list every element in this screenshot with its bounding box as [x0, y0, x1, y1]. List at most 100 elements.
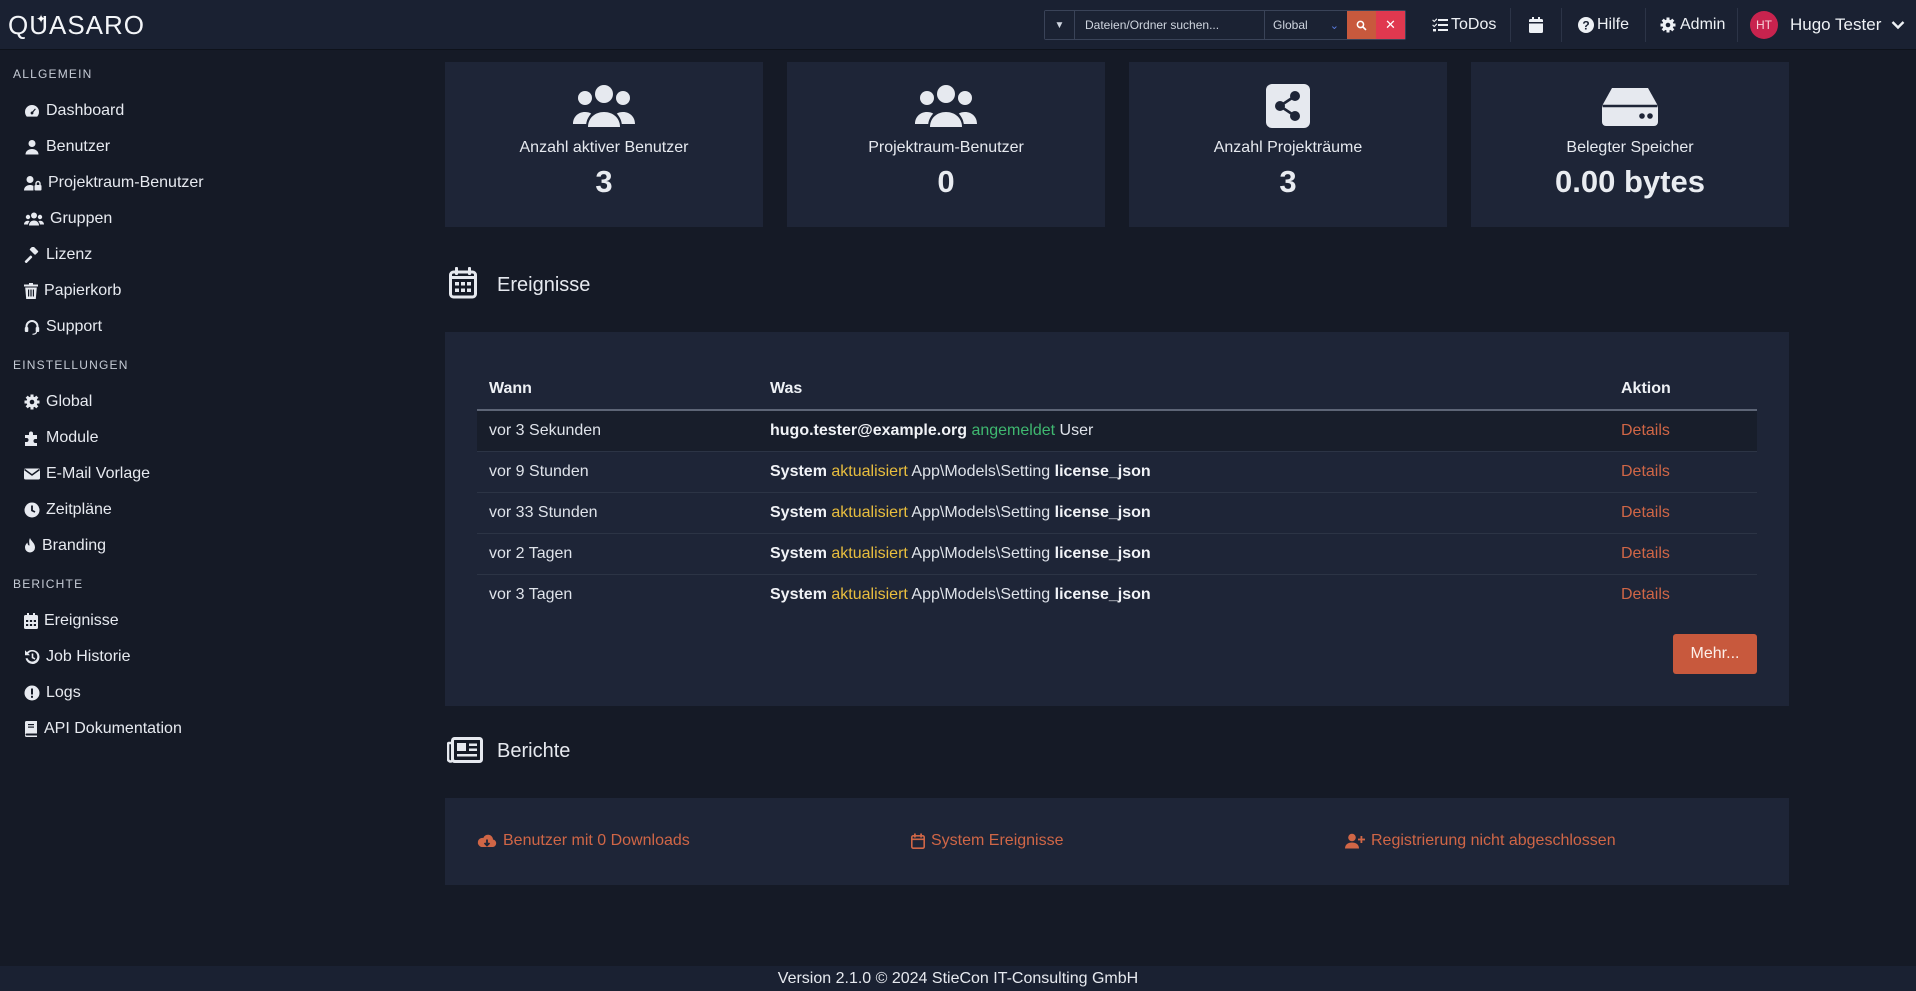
- user-menu[interactable]: HT Hugo Tester: [1750, 0, 1905, 50]
- tasks-icon: [1432, 18, 1448, 32]
- divider: [1645, 8, 1646, 42]
- sidebar-item-label: API Dokumentation: [44, 720, 182, 737]
- calendar-button[interactable]: [1529, 0, 1543, 50]
- newspaper-icon: [447, 737, 483, 763]
- search-bar: ▼ Global ⌄ ✕: [1044, 10, 1406, 40]
- search-button[interactable]: [1347, 11, 1376, 39]
- top-navbar: QUASARO ✦ ▼ Global ⌄ ✕ ToDos ? Hilfe Adm…: [0, 0, 1916, 50]
- help-link[interactable]: ? Hilfe: [1578, 0, 1629, 50]
- stat-card-active-users: Anzahl aktiver Benutzer 3: [445, 62, 763, 227]
- calendar-icon: [1529, 17, 1543, 33]
- event-when: vor 3 Tagen: [489, 585, 573, 603]
- sidebar-item-lizenz[interactable]: Lizenz: [24, 244, 92, 266]
- event-target: license_json: [1054, 462, 1151, 480]
- admin-link[interactable]: Admin: [1660, 0, 1725, 50]
- sidebar-section-title: BERICHTE: [13, 577, 84, 591]
- stat-label: Projektraum-Benutzer: [868, 139, 1024, 156]
- event-actor: System: [770, 544, 827, 562]
- table-row: vor 3 Sekunden hugo.tester@example.org a…: [477, 410, 1757, 452]
- event-when: vor 3 Sekunden: [477, 410, 758, 452]
- event-what: hugo.tester@example.org angemeldet User: [758, 410, 1609, 452]
- event-object: App\Models\Setting: [911, 503, 1051, 521]
- divider: [1510, 8, 1511, 42]
- sidebar-item-projektraum-benutzer[interactable]: Projektraum-Benutzer: [24, 172, 204, 194]
- divider: [1737, 8, 1738, 42]
- sidebar-item-global[interactable]: Global: [24, 391, 92, 413]
- gear-icon: [1660, 17, 1676, 33]
- star-icon: ✦: [36, 12, 47, 26]
- sidebar-item-label: Job Historie: [46, 648, 131, 665]
- event-actor: System: [770, 503, 827, 521]
- history-icon: [25, 649, 40, 664]
- sidebar-item-label: Global: [46, 393, 93, 410]
- report-link-system-events[interactable]: System Ereignisse: [911, 832, 1064, 850]
- more-button[interactable]: Mehr...: [1673, 634, 1757, 674]
- svg-text:?: ?: [1582, 19, 1589, 33]
- calendar-icon: [449, 267, 477, 299]
- quasaro-logo[interactable]: QUASARO ✦: [8, 10, 145, 40]
- stat-value: 0: [937, 164, 955, 199]
- stat-card-projektraum-users: Projektraum-Benutzer 0: [787, 62, 1105, 227]
- sidebar-item-zeitplaene[interactable]: Zeitpläne: [24, 499, 112, 521]
- dashboard-icon: [25, 105, 39, 117]
- search-options-dropdown[interactable]: ▼: [1045, 11, 1075, 39]
- hdd-icon: [1471, 86, 1789, 130]
- chevron-down-icon: ⌄: [1329, 19, 1339, 32]
- event-verb: angemeldet: [971, 421, 1056, 439]
- sidebar-item-dashboard[interactable]: Dashboard: [24, 100, 124, 122]
- sidebar-item-label: Logs: [46, 684, 81, 701]
- table-row: vor 9 Stunden System aktualisiert App\Mo…: [477, 451, 1757, 493]
- table-row: vor 33 Stunden System aktualisiert App\M…: [477, 492, 1757, 534]
- report-link-zero-downloads[interactable]: Benutzer mit 0 Downloads: [477, 832, 690, 850]
- sidebar-item-api-dokumentation[interactable]: API Dokumentation: [24, 718, 182, 740]
- sidebar-item-branding[interactable]: Branding: [24, 535, 106, 557]
- report-link-registration-incomplete[interactable]: Registrierung nicht abgeschlossen: [1345, 832, 1616, 850]
- users-icon: [445, 84, 763, 128]
- sidebar-item-label: Dashboard: [46, 102, 125, 119]
- stat-card-storage: Belegter Speicher 0.00 bytes: [1471, 62, 1789, 227]
- stat-label: Anzahl Projekträume: [1213, 139, 1363, 156]
- event-verb: aktualisiert: [831, 544, 908, 562]
- clear-search-button[interactable]: ✕: [1376, 11, 1405, 39]
- user-lock-icon: [24, 176, 42, 191]
- event-target: license_json: [1054, 585, 1151, 603]
- sidebar-item-benutzer[interactable]: Benutzer: [24, 136, 110, 158]
- details-link[interactable]: Details: [1621, 463, 1670, 480]
- footer: Version 2.1.0 © 2024 StieCon IT-Consulti…: [0, 966, 1916, 991]
- sidebar-item-ereignisse[interactable]: Ereignisse: [24, 610, 119, 632]
- sidebar-item-gruppen[interactable]: Gruppen: [24, 208, 112, 230]
- details-link[interactable]: Details: [1621, 422, 1670, 439]
- event-target: license_json: [1054, 544, 1151, 562]
- sidebar-item-module[interactable]: Module: [24, 427, 98, 449]
- search-icon: [1356, 20, 1367, 31]
- event-what: System aktualisiert App\Models\Setting l…: [758, 533, 1609, 575]
- sidebar-item-logs[interactable]: Logs: [24, 682, 81, 704]
- report-link-label: Benutzer mit 0 Downloads: [503, 832, 690, 849]
- share-icon: [1129, 84, 1447, 128]
- sidebar-item-label: Ereignisse: [44, 612, 119, 629]
- stat-label: Anzahl aktiver Benutzer: [519, 139, 689, 156]
- search-input[interactable]: [1075, 11, 1265, 39]
- sidebar-item-label: Projektraum-Benutzer: [48, 174, 204, 191]
- details-link[interactable]: Details: [1621, 504, 1670, 521]
- event-verb: aktualisiert: [831, 585, 908, 603]
- table-row: vor 3 Tagen System aktualisiert App\Mode…: [477, 574, 1757, 615]
- sidebar-item-e-mail-vorlage[interactable]: E-Mail Vorlage: [24, 463, 150, 485]
- sidebar-item-label: Gruppen: [50, 210, 113, 227]
- details-link[interactable]: Details: [1621, 586, 1670, 603]
- details-link[interactable]: Details: [1621, 545, 1670, 562]
- sidebar-item-label: Papierkorb: [44, 282, 122, 299]
- sidebar-item-job-historie[interactable]: Job Historie: [24, 646, 130, 668]
- search-scope-select[interactable]: Global ⌄: [1265, 11, 1347, 39]
- table-header-row: Wann Was Aktion: [477, 368, 1757, 411]
- sidebar-item-label: Benutzer: [46, 138, 111, 155]
- sidebar-item-label: Support: [46, 318, 103, 335]
- sidebar-item-support[interactable]: Support: [24, 316, 102, 338]
- sidebar-item-papierkorb[interactable]: Papierkorb: [24, 280, 121, 302]
- divider: [1561, 8, 1562, 42]
- column-header-wann: Wann: [477, 368, 758, 411]
- sidebar-item-label: E-Mail Vorlage: [46, 465, 151, 482]
- event-object: App\Models\Setting: [911, 585, 1051, 603]
- chevron-down-icon: [1892, 21, 1905, 30]
- todos-link[interactable]: ToDos: [1432, 0, 1496, 50]
